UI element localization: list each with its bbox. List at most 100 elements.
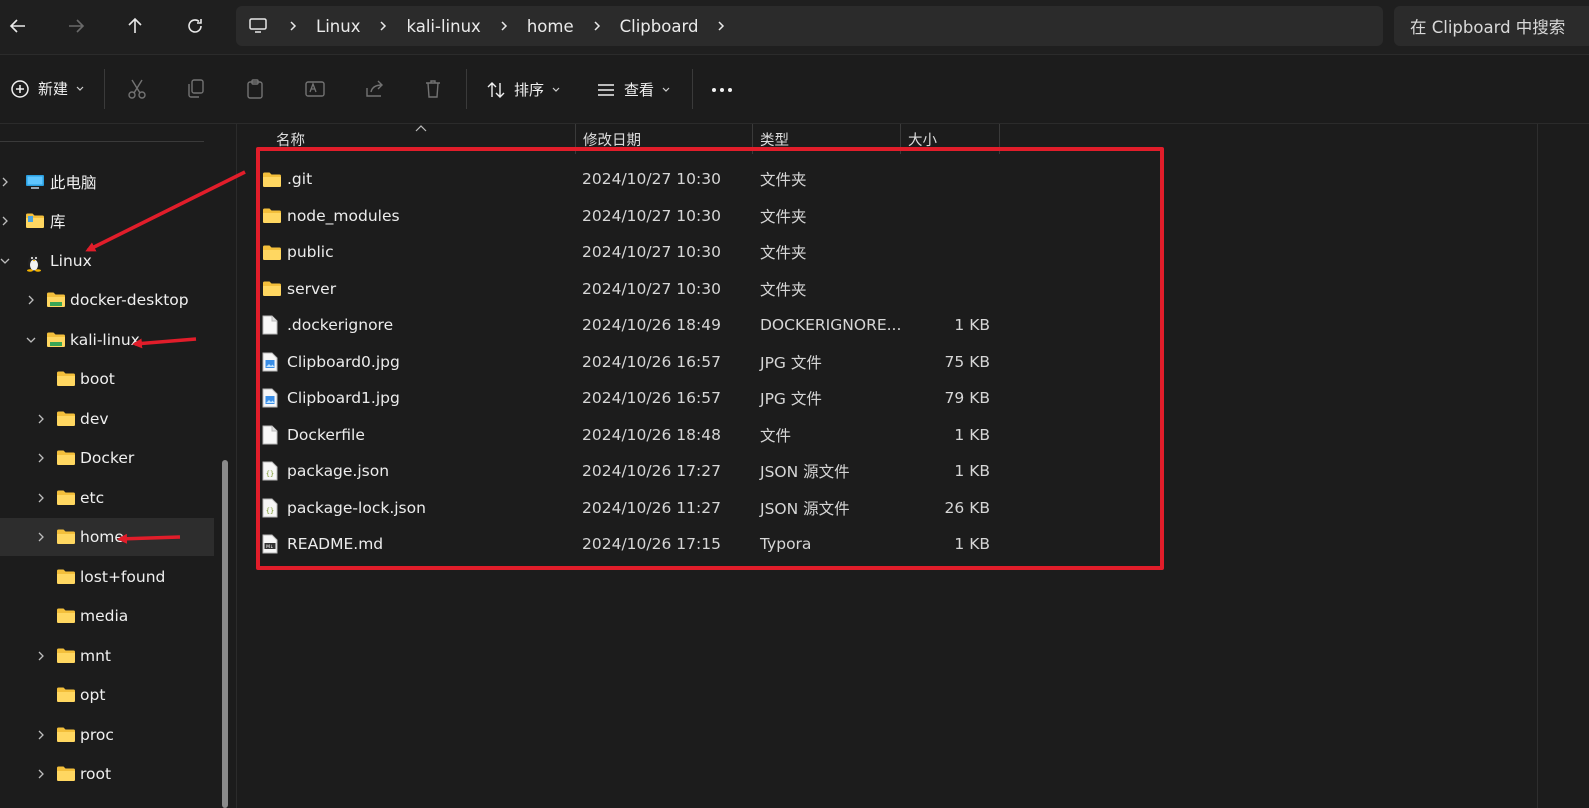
view-button[interactable]: 查看 — [596, 79, 670, 100]
arrow-left-icon — [9, 19, 25, 33]
sidebar-item-mnt[interactable]: mnt — [0, 637, 214, 675]
sidebar-item-docker[interactable]: Docker — [0, 439, 214, 477]
toolbar-divider — [466, 69, 467, 109]
share-button[interactable] — [364, 78, 386, 100]
scissors-icon — [128, 79, 146, 99]
sidebar-item-opt[interactable]: opt — [0, 676, 214, 714]
red-highlight-box — [256, 147, 1164, 570]
sidebar-item-label: docker-desktop — [70, 291, 189, 309]
plus-circle-icon — [11, 79, 29, 98]
library-folder-icon — [25, 212, 45, 230]
refresh-icon — [188, 19, 202, 33]
chevron-right-icon — [491, 20, 517, 32]
sidebar-item-label: lost+found — [80, 568, 166, 586]
sort-label: 排序 — [514, 81, 545, 99]
computer-icon — [236, 17, 280, 35]
chevron-right-icon[interactable] — [34, 728, 48, 742]
folder-icon — [56, 765, 76, 783]
breadcrumb-item[interactable]: home — [517, 17, 584, 36]
refresh-button[interactable] — [177, 8, 213, 44]
new-label: 新建 — [38, 80, 69, 98]
folder-icon — [56, 528, 76, 546]
chevron-right-icon — [280, 20, 306, 32]
up-button[interactable] — [117, 8, 153, 44]
sidebar-item-此电脑[interactable]: 此电脑 — [0, 163, 214, 201]
chevron-right-icon[interactable] — [34, 451, 48, 465]
network-folder-icon — [46, 291, 66, 309]
sidebar-item-docker-desktop[interactable]: docker-desktop — [0, 281, 214, 319]
sidebar-item-label: home — [80, 528, 124, 546]
chevron-down-icon — [76, 86, 84, 91]
sidebar-item-label: Docker — [80, 449, 135, 467]
network-folder-icon — [46, 331, 66, 349]
sort-button[interactable]: 排序 — [486, 79, 560, 100]
sidebar-item-label: mnt — [80, 647, 111, 665]
folder-icon — [56, 686, 76, 704]
breadcrumb-item[interactable]: kali-linux — [396, 17, 490, 36]
chevron-right-icon[interactable] — [34, 530, 48, 544]
chevron-down-icon — [662, 87, 670, 92]
folder-icon — [56, 568, 76, 586]
chevron-right-icon[interactable] — [34, 767, 48, 781]
forward-button[interactable] — [58, 8, 94, 44]
sidebar-item-库[interactable]: 库 — [0, 202, 214, 240]
content-scroll-track — [1537, 124, 1538, 808]
sidebar-item-dev[interactable]: dev — [0, 400, 214, 438]
chevron-right-icon[interactable] — [34, 649, 48, 663]
linux-penguin-icon — [25, 252, 45, 272]
chevron-right-icon[interactable] — [24, 293, 38, 307]
rename-button[interactable] — [304, 78, 326, 100]
new-button[interactable]: 新建 — [10, 78, 84, 99]
sidebar-scrollbar[interactable] — [222, 460, 228, 808]
delete-button[interactable] — [423, 78, 443, 100]
sidebar-item-etc[interactable]: etc — [0, 479, 214, 517]
toolbar-divider — [104, 69, 105, 109]
sidebar-item-label: opt — [80, 686, 106, 704]
sort-ascending-icon — [414, 118, 428, 136]
clipboard-icon — [247, 79, 263, 99]
chevron-right-icon[interactable] — [0, 214, 12, 228]
sidebar-item-lost-found[interactable]: lost+found — [0, 558, 214, 596]
folder-icon — [56, 410, 76, 428]
back-button[interactable] — [0, 8, 36, 44]
command-bar — [0, 55, 1589, 124]
chevron-right-icon — [708, 20, 734, 32]
ellipsis-icon — [712, 88, 732, 92]
copy-icon — [188, 79, 204, 98]
trash-icon — [426, 80, 440, 98]
chevron-right-icon[interactable] — [34, 412, 48, 426]
sidebar-item-home[interactable]: home — [0, 518, 214, 556]
sidebar-item-label: dev — [80, 410, 109, 428]
sidebar-item-media[interactable]: media — [0, 597, 214, 635]
cut-button[interactable] — [127, 78, 147, 100]
toolbar-divider — [692, 69, 693, 109]
rename-icon — [305, 81, 325, 97]
search-input[interactable]: 在 Clipboard 中搜索 — [1394, 6, 1589, 46]
folder-icon — [56, 489, 76, 507]
chevron-right-icon[interactable] — [34, 491, 48, 505]
chevron-down-icon[interactable] — [24, 333, 38, 347]
more-options-button[interactable] — [711, 80, 733, 100]
sidebar-item-proc[interactable]: proc — [0, 716, 214, 754]
breadcrumb-item[interactable]: Linux — [306, 17, 370, 36]
chevron-right-icon[interactable] — [0, 175, 12, 189]
sidebar-item-label: kali-linux — [70, 331, 140, 349]
sidebar-item-label: root — [80, 765, 112, 783]
chevron-right-icon — [584, 20, 610, 32]
sidebar-item-label: Linux — [50, 252, 92, 270]
arrow-up-icon — [128, 17, 142, 33]
chevron-down-icon[interactable] — [0, 254, 12, 268]
sidebar-item-root[interactable]: root — [0, 755, 214, 793]
paste-button[interactable] — [245, 78, 265, 100]
share-icon — [366, 80, 383, 97]
breadcrumb-item[interactable]: Clipboard — [610, 17, 709, 36]
folder-icon — [56, 607, 76, 625]
copy-button[interactable] — [186, 78, 206, 100]
computer-icon — [25, 173, 45, 191]
sidebar-item-kali-linux[interactable]: kali-linux — [0, 321, 214, 359]
address-bar[interactable]: Linux kali-linux home Clipboard — [236, 6, 1383, 46]
sidebar-item-linux[interactable]: Linux — [0, 242, 214, 280]
folder-icon — [56, 449, 76, 467]
list-view-icon — [598, 83, 614, 96]
sidebar-item-boot[interactable]: boot — [0, 360, 214, 398]
